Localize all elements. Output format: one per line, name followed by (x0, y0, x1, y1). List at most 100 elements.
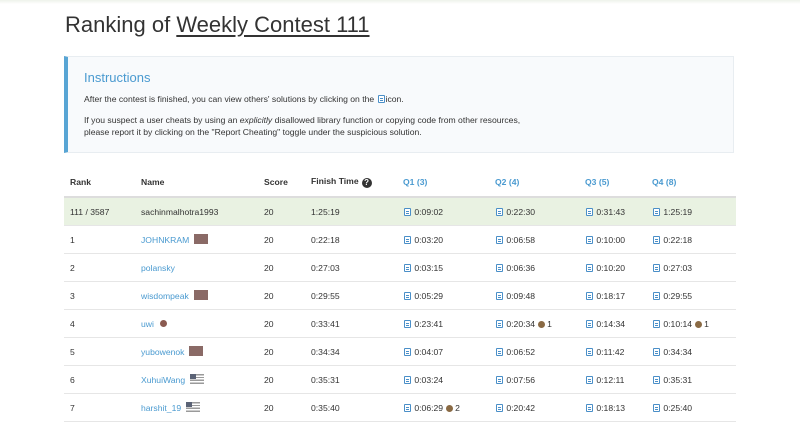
name-cell: XuhuiWang (135, 365, 258, 394)
header-q3[interactable]: Q3 (5) (579, 168, 646, 198)
q4-cell: 0:25:40 (646, 393, 736, 422)
solution-link[interactable]: 1:25:19 (652, 207, 692, 217)
solution-link[interactable]: 0:20:42 (495, 403, 535, 413)
solution-link[interactable]: 0:10:00 (585, 235, 625, 245)
wrong-submission-count: 2 (455, 402, 460, 413)
user-name: sachinmalhotra1993 (141, 206, 219, 217)
solution-icon (496, 375, 503, 384)
question-time: 0:03:24 (414, 374, 444, 385)
q3-cell: 0:10:00 (579, 225, 646, 254)
score-cell: 20 (258, 309, 305, 338)
solution-icon (586, 291, 593, 300)
solution-link[interactable]: 0:22:18 (652, 235, 692, 245)
user-name-link[interactable]: polansky (141, 263, 175, 273)
question-time: 0:06:58 (506, 234, 536, 245)
q4-cell: 1:25:19 (646, 197, 736, 226)
name-cell: uwi (135, 309, 258, 338)
flag-icon (194, 234, 209, 244)
solution-link[interactable]: 0:11:42 (585, 347, 624, 357)
solution-link[interactable]: 0:31:43 (585, 207, 625, 217)
wrong-submission-count: 1 (704, 318, 709, 329)
q2-cell: 0:20:42 (489, 393, 579, 422)
q3-cell: 0:18:13 (579, 393, 646, 422)
solution-link[interactable]: 0:09:02 (403, 207, 443, 217)
solution-link[interactable]: 0:03:20 (403, 235, 443, 245)
solution-link[interactable]: 0:20:34 (495, 319, 535, 329)
user-name-link[interactable]: harshit_19 (141, 403, 181, 413)
solution-link[interactable]: 0:06:58 (495, 235, 535, 245)
question-time: 0:06:36 (506, 262, 536, 273)
solution-link[interactable]: 0:27:03 (652, 263, 692, 273)
rank-cell: 1 (64, 225, 135, 254)
solution-link[interactable]: 0:03:15 (403, 263, 443, 273)
q2-cell: 0:20:34 1 (489, 309, 579, 338)
solution-icon (377, 95, 385, 103)
solution-link[interactable]: 0:23:41 (403, 319, 443, 329)
solution-link[interactable]: 0:22:30 (495, 207, 535, 217)
solution-icon (404, 347, 411, 356)
question-time: 0:31:43 (596, 206, 626, 217)
solution-icon (586, 375, 593, 384)
table-row: 7 harshit_19 20 0:35:40 0:06:29 2 0:20:42 0:… (64, 393, 736, 422)
solution-link[interactable]: 0:18:13 (585, 403, 625, 413)
user-name-link[interactable]: yubowenok (141, 347, 184, 357)
solution-link[interactable]: 0:10:14 (652, 319, 692, 329)
solution-link[interactable]: 0:29:55 (652, 291, 692, 301)
finish-time-cell: 0:34:34 (305, 337, 397, 366)
q1-cell: 0:03:20 (397, 225, 489, 254)
info-icon[interactable]: ? (361, 178, 372, 188)
instructions-panel: Instructions After the contest is finish… (64, 56, 734, 153)
solution-link[interactable]: 0:10:20 (585, 263, 625, 273)
solution-icon (653, 207, 660, 216)
solution-icon (496, 207, 503, 216)
solution-link[interactable]: 0:12:11 (585, 375, 624, 385)
solution-link[interactable]: 0:04:07 (403, 347, 443, 357)
solution-link[interactable]: 0:03:24 (403, 375, 443, 385)
header-q4[interactable]: Q4 (8) (646, 168, 736, 198)
finish-time-cell: 0:33:41 (305, 309, 397, 338)
solution-icon (653, 235, 660, 244)
solution-icon (653, 263, 660, 272)
question-time: 0:10:00 (596, 234, 626, 245)
user-name-link[interactable]: XuhuiWang (141, 375, 185, 385)
question-time: 0:20:42 (506, 402, 536, 413)
bug-icon (538, 320, 546, 328)
solution-icon (496, 403, 503, 412)
q3-cell: 0:18:17 (579, 281, 646, 310)
solution-link[interactable]: 0:14:34 (585, 319, 625, 329)
user-name-link[interactable]: JOHNKRAM (141, 235, 189, 245)
solution-link[interactable]: 0:18:17 (585, 291, 625, 301)
question-time: 0:07:56 (506, 374, 536, 385)
instructions-heading: Instructions (84, 70, 151, 85)
user-name-link[interactable]: uwi (141, 319, 154, 329)
solution-icon (496, 291, 503, 300)
solution-icon (496, 263, 503, 272)
question-time: 0:18:13 (596, 402, 626, 413)
name-cell: sachinmalhotra1993 (135, 197, 258, 226)
dot-flag-icon (159, 319, 167, 327)
q1-cell: 0:03:15 (397, 253, 489, 282)
solution-link[interactable]: 0:34:34 (652, 347, 692, 357)
contest-link[interactable]: Weekly Contest 111 (176, 12, 369, 37)
solution-link[interactable]: 0:06:52 (495, 347, 535, 357)
score-cell: 20 (258, 197, 305, 226)
user-name-link[interactable]: wisdompeak (141, 291, 189, 301)
q4-cell: 0:34:34 (646, 337, 736, 366)
solution-link[interactable]: 0:09:48 (495, 291, 535, 301)
finish-time-cell: 0:27:03 (305, 253, 397, 282)
solution-link[interactable]: 0:35:31 (652, 375, 692, 385)
q2-cell: 0:06:58 (489, 225, 579, 254)
us-flag-icon (186, 402, 201, 412)
solution-icon (653, 403, 660, 412)
question-time: 1:25:19 (663, 206, 693, 217)
header-q2[interactable]: Q2 (4) (489, 168, 579, 198)
solution-link[interactable]: 0:25:40 (652, 403, 692, 413)
rank-cell: 5 (64, 337, 135, 366)
solution-link[interactable]: 0:07:56 (495, 375, 535, 385)
solution-link[interactable]: 0:05:29 (403, 291, 443, 301)
solution-link[interactable]: 0:06:29 (403, 403, 443, 413)
solution-link[interactable]: 0:06:36 (495, 263, 535, 273)
instructions-line-2: If you suspect a user cheats by using an… (84, 114, 520, 138)
name-cell: yubowenok (135, 337, 258, 366)
header-q1[interactable]: Q1 (3) (397, 168, 489, 198)
